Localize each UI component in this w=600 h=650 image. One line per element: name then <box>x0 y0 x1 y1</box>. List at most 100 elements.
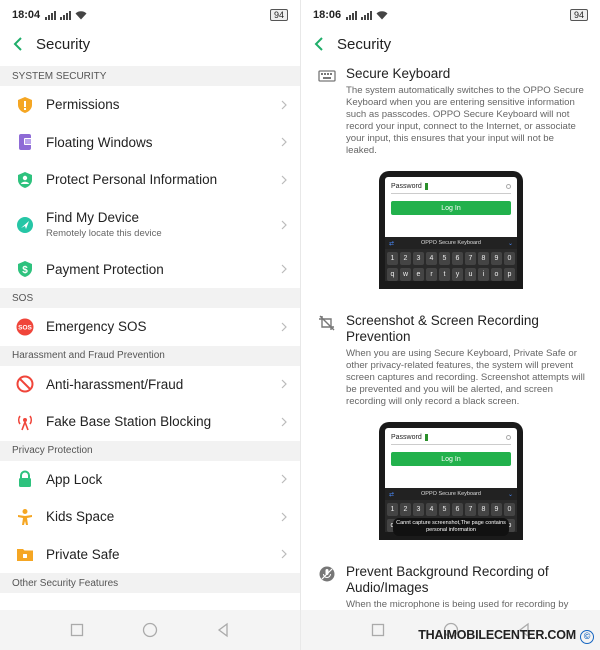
item-label: Floating Windows <box>46 134 153 150</box>
keyboard-key: y <box>452 268 463 281</box>
sos-icon: SOS <box>16 318 34 336</box>
keyboard-key: w <box>400 268 411 281</box>
feature-screenshot-prevention: Screenshot & Screen Recording Prevention… <box>301 313 600 408</box>
recents-button[interactable] <box>69 622 85 638</box>
no-screenshot-icon <box>319 315 335 331</box>
feature-title: Prevent Background Recording of Audio/Im… <box>346 564 549 595</box>
settings-item-kids-space[interactable]: Kids Space <box>0 498 300 536</box>
settings-item-private-safe[interactable]: Private Safe <box>0 536 300 574</box>
letter-row: qwertyuiop <box>387 268 515 281</box>
keyboard-key: 1 <box>387 503 398 516</box>
signal-icon <box>45 10 57 20</box>
title-bar: Security <box>301 30 600 58</box>
settings-item-anti-harassment[interactable]: Anti-harassment/Fraud <box>0 366 300 404</box>
title-bar: Security <box>0 30 300 58</box>
chevron-right-icon <box>281 175 287 185</box>
keyboard-key: u <box>465 268 476 281</box>
keyboard-key: 4 <box>426 503 437 516</box>
feature-description: The system automatically switches to the… <box>346 85 584 156</box>
item-label: Emergency SOS <box>46 319 147 335</box>
login-button: Log In <box>391 452 511 466</box>
back-arrow-icon[interactable] <box>10 36 26 52</box>
item-sublabel: Remotely locate this device <box>46 228 162 239</box>
item-label: Kids Space <box>46 509 115 525</box>
feature-title: Secure Keyboard <box>346 66 451 81</box>
block-icon <box>16 375 34 393</box>
secure-keyboard-bar: ⇄ OPPO Secure Keyboard ⌄ <box>385 237 517 249</box>
keyboard-key: 0 <box>504 252 515 265</box>
password-label: Password <box>391 434 422 441</box>
item-label: Fake Base Station Blocking <box>46 414 212 430</box>
back-arrow-icon[interactable] <box>311 36 327 52</box>
phone-screen: Password Log In <box>385 177 517 237</box>
section-header: SOS <box>0 288 300 308</box>
chevron-right-icon <box>281 100 287 110</box>
signal-icon <box>60 10 72 20</box>
secure-keyboard-title: OPPO Secure Keyboard <box>421 240 481 246</box>
keyboard-key: 9 <box>491 503 502 516</box>
digit-row: 1234567890 <box>387 503 515 516</box>
section-header: Other Security Features <box>0 573 300 593</box>
kid-icon <box>16 508 34 526</box>
feature-description: When you are using Secure Keyboard, Priv… <box>346 348 585 407</box>
settings-item-app-lock[interactable]: App Lock <box>0 461 300 499</box>
section-header: SYSTEM SECURITY <box>0 66 300 86</box>
floating-window-icon <box>16 133 34 151</box>
settings-item-fake-base-station-blocking[interactable]: Fake Base Station Blocking <box>0 403 300 441</box>
status-bar: 18:06 94 <box>301 0 600 30</box>
keyboard-key: e <box>413 268 424 281</box>
keyboard-key: 6 <box>452 252 463 265</box>
home-button[interactable] <box>142 622 158 638</box>
login-button: Log In <box>391 201 511 215</box>
settings-item-protect-personal-information[interactable]: Protect Personal Information <box>0 161 300 199</box>
keyboard-key: t <box>439 268 450 281</box>
watermark: THAIMOBILECENTER.COM © <box>418 628 594 644</box>
keyboard-key: q <box>387 268 398 281</box>
chevron-right-icon <box>281 220 287 229</box>
keyboard-icon <box>318 70 336 82</box>
signal-tower-icon <box>16 413 34 431</box>
settings-item-find-my-device[interactable]: Find My Device Remotely locate this devi… <box>0 199 300 251</box>
keyboard-key: 2 <box>400 503 411 516</box>
keyboard-key: 8 <box>478 252 489 265</box>
keyboard-key: o <box>491 268 502 281</box>
password-row: Password <box>391 434 511 445</box>
battery-indicator: 94 <box>269 9 288 21</box>
keyboard-key: 1 <box>387 252 398 265</box>
keyboard-key: 5 <box>439 503 450 516</box>
password-row: Password <box>391 183 511 194</box>
signal-icon <box>361 10 373 20</box>
keyboard-key: 5 <box>439 252 450 265</box>
signal-icon <box>346 10 358 20</box>
watermark-text: THAIMOBILECENTER.COM <box>418 628 576 642</box>
feature-description: When the microphone is being used for re… <box>346 599 569 610</box>
keyboard-key: i <box>478 268 489 281</box>
keyboard-key: 9 <box>491 252 502 265</box>
feature-detail-list: Secure Keyboard The system automatically… <box>301 66 600 610</box>
settings-item-payment-protection[interactable]: $ Payment Protection <box>0 251 300 289</box>
chevron-right-icon <box>281 474 287 484</box>
eye-icon <box>506 435 511 440</box>
chevron-right-icon <box>281 322 287 332</box>
chevron-right-icon <box>281 379 287 389</box>
chevron-right-icon <box>281 264 287 274</box>
person-shield-icon <box>16 171 34 189</box>
feature-secure-keyboard: Secure Keyboard The system automatically… <box>301 66 600 157</box>
keyboard-key: 3 <box>413 252 424 265</box>
no-microphone-icon <box>319 566 335 582</box>
item-label: Protect Personal Information <box>46 172 218 188</box>
item-label: Payment Protection <box>46 261 164 277</box>
page-title: Security <box>36 35 91 53</box>
shield-icon <box>16 96 34 114</box>
keyboard-key: 2 <box>400 252 411 265</box>
keyboard-key: 6 <box>452 503 463 516</box>
settings-item-permissions[interactable]: Permissions <box>0 86 300 124</box>
settings-item-emergency-sos[interactable]: SOS Emergency SOS <box>0 308 300 346</box>
keyboard-key: 7 <box>465 503 476 516</box>
settings-item-floating-windows[interactable]: Floating Windows <box>0 124 300 162</box>
item-label: Anti-harassment/Fraud <box>46 376 184 392</box>
battery-indicator: 94 <box>569 9 588 21</box>
back-button[interactable] <box>215 622 231 638</box>
recents-button[interactable] <box>370 622 386 638</box>
navigation-bar <box>0 610 300 650</box>
